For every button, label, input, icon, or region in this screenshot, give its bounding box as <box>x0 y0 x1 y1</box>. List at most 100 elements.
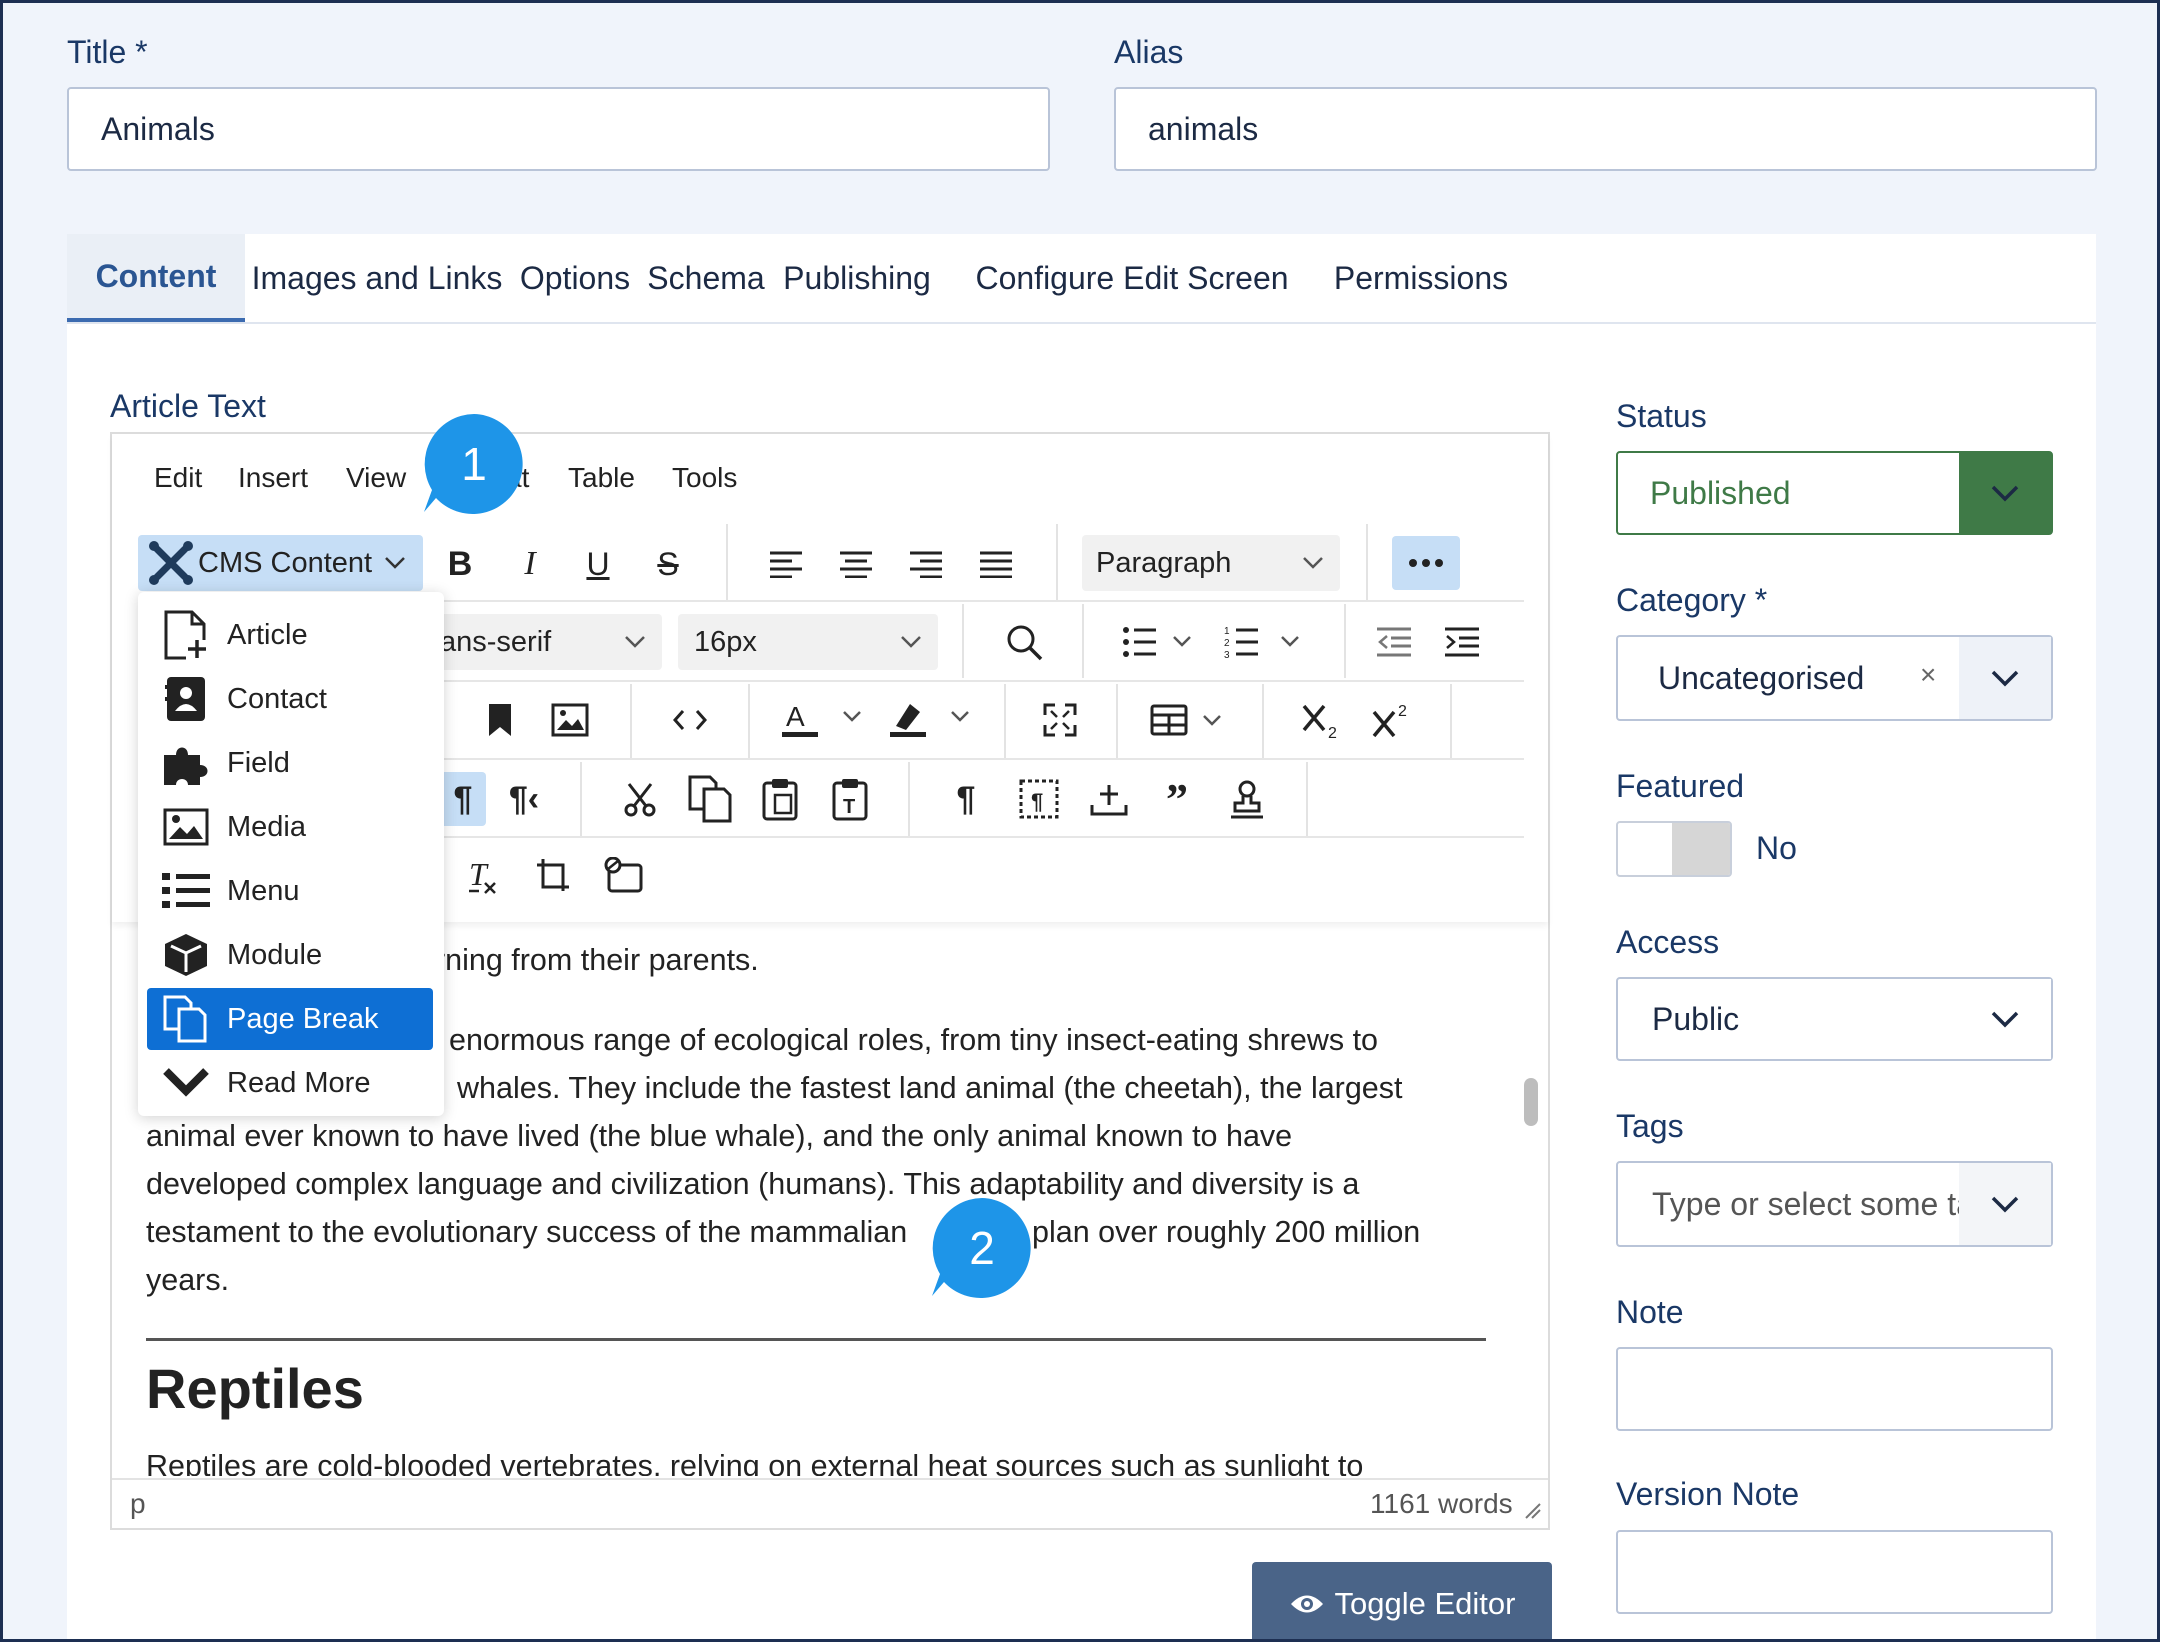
element-path[interactable]: p <box>130 1488 146 1520</box>
image-icon[interactable] <box>548 696 592 744</box>
crop-icon[interactable] <box>530 852 576 902</box>
content-line-3[interactable]: animal ever known to have lived (the blu… <box>146 1112 1292 1160</box>
tab-configure-edit-screen[interactable]: Configure Edit Screen <box>943 234 1321 322</box>
bold-icon[interactable]: B <box>440 540 480 588</box>
dropdown-label-article: Article <box>227 618 308 651</box>
category-select[interactable]: Uncategorised × <box>1616 635 2053 721</box>
puzzle-icon <box>161 738 211 788</box>
copy-icon <box>161 994 211 1044</box>
callout-badge-1: 1 <box>422 412 526 516</box>
file-plus-icon <box>161 610 211 660</box>
outdent-icon[interactable] <box>1374 620 1414 664</box>
strikethrough-icon[interactable]: S <box>648 540 688 588</box>
cms-content-button[interactable]: CMS Content <box>138 535 423 591</box>
indent-icon[interactable] <box>1442 620 1482 664</box>
tab-content[interactable]: Content <box>67 234 245 322</box>
tab-images-and-links[interactable]: Images and Links <box>245 234 509 322</box>
dropdown-item-field[interactable]: Field <box>147 732 433 794</box>
more-options-icon[interactable] <box>1392 536 1460 590</box>
menu-edit[interactable]: Edit <box>154 462 202 494</box>
title-input[interactable]: Animals <box>67 87 1050 171</box>
visual-blocks-icon[interactable]: ¶ <box>1016 774 1062 824</box>
eye-icon <box>1289 1591 1325 1617</box>
tab-publishing[interactable]: Publishing <box>771 234 943 322</box>
rtl-icon[interactable]: ¶‹ <box>500 774 548 824</box>
menu-tools[interactable]: Tools <box>672 462 737 494</box>
bookmark-icon[interactable] <box>480 696 520 744</box>
content-line-5b[interactable]: plan over roughly 200 million <box>1032 1208 1420 1256</box>
blockquote-icon[interactable]: ” <box>1156 774 1198 824</box>
word-count: 1161 words <box>1370 1488 1513 1519</box>
stamp-icon[interactable] <box>1224 774 1270 824</box>
content-line-5a[interactable]: testament to the evolutionary success of… <box>146 1208 907 1256</box>
note-input[interactable] <box>1616 1347 2053 1431</box>
clear-icon[interactable]: × <box>1920 659 1936 691</box>
tab-schema[interactable]: Schema <box>641 234 771 322</box>
align-right-icon[interactable] <box>906 540 946 588</box>
menu-view[interactable]: View <box>346 462 406 494</box>
content-line-1[interactable]: enormous range of ecological roles, from… <box>449 1016 1378 1064</box>
bullet-list-icon[interactable] <box>1122 620 1194 664</box>
chevron-down-icon <box>1959 453 2051 533</box>
copy-icon[interactable] <box>686 772 736 826</box>
ltr-icon[interactable]: ¶ <box>440 772 486 826</box>
chevron-down-icon <box>900 635 922 649</box>
paste-text-icon[interactable]: T <box>828 772 872 826</box>
dropdown-item-read-more[interactable]: Read More <box>147 1052 433 1114</box>
insert-snippet-icon[interactable] <box>600 852 650 902</box>
menu-insert[interactable]: Insert <box>238 462 308 494</box>
content-line-reptiles[interactable]: Reptiles are cold-blooded vertebrates, r… <box>146 1442 1516 1476</box>
editor-scrollbar-thumb[interactable] <box>1524 1078 1538 1126</box>
content-line-2[interactable]: whales. They include the fastest land an… <box>457 1064 1403 1112</box>
search-icon[interactable] <box>1000 618 1048 666</box>
menu-table[interactable]: Table <box>568 462 635 494</box>
block-format-value: Paragraph <box>1096 546 1232 579</box>
dropdown-item-module[interactable]: Module <box>147 924 433 986</box>
fullscreen-icon[interactable] <box>1038 698 1082 742</box>
toolbar-separator <box>1306 762 1308 836</box>
alias-input[interactable]: animals <box>1114 87 2097 171</box>
table-icon[interactable] <box>1150 698 1230 742</box>
superscript-icon[interactable]: 2 <box>1368 696 1416 744</box>
svg-text:T: T <box>469 857 489 892</box>
content-para1-tail[interactable]: rning from their parents. <box>435 936 759 984</box>
dropdown-item-page-break[interactable]: Page Break <box>147 988 433 1050</box>
dropdown-item-menu[interactable]: Menu <box>147 860 433 922</box>
text-color-icon[interactable]: A <box>780 696 870 744</box>
subscript-icon[interactable]: 2 <box>1298 696 1346 744</box>
content-line-6[interactable]: years. <box>146 1256 229 1304</box>
insert-anchor-icon[interactable] <box>1086 774 1132 824</box>
alias-label: Alias <box>1114 34 1184 70</box>
dropdown-label-field: Field <box>227 746 290 779</box>
content-heading[interactable]: Reptiles <box>146 1356 364 1421</box>
tab-options[interactable]: Options <box>509 234 641 322</box>
font-family-select[interactable]: ans-serif <box>440 614 662 670</box>
toggle-editor-button[interactable]: Toggle Editor <box>1252 1562 1552 1642</box>
align-justify-icon[interactable] <box>976 540 1016 588</box>
dropdown-item-article[interactable]: Article <box>147 604 433 666</box>
highlight-color-icon[interactable] <box>888 696 978 744</box>
code-icon[interactable] <box>668 698 712 742</box>
paste-icon[interactable] <box>758 772 802 826</box>
font-size-select[interactable]: 16px <box>678 614 938 670</box>
italic-icon[interactable]: I <box>510 540 550 588</box>
clear-formatting-icon[interactable]: T <box>462 852 508 902</box>
numbered-list-icon[interactable]: 123 <box>1224 620 1304 664</box>
version-note-input[interactable] <box>1616 1530 2053 1614</box>
status-select[interactable]: Published <box>1616 451 2053 535</box>
visual-chars-icon[interactable]: ¶ <box>946 774 986 824</box>
featured-toggle[interactable] <box>1616 821 1732 877</box>
block-format-select[interactable]: Paragraph <box>1082 535 1340 591</box>
content-line-4[interactable]: developed complex language and civilizat… <box>146 1160 1359 1208</box>
underline-icon[interactable]: U <box>578 540 618 588</box>
tab-permissions[interactable]: Permissions <box>1321 234 1521 322</box>
dropdown-item-contact[interactable]: Contact <box>147 668 433 730</box>
align-left-icon[interactable] <box>766 540 806 588</box>
resize-handle-icon[interactable] <box>1522 1500 1542 1520</box>
dropdown-item-media[interactable]: Media <box>147 796 433 858</box>
cut-icon[interactable] <box>618 776 662 824</box>
tags-select[interactable]: Type or select some tags <box>1616 1161 2053 1247</box>
align-center-icon[interactable] <box>836 540 876 588</box>
access-select[interactable]: Public <box>1616 977 2053 1061</box>
dropdown-label-read-more: Read More <box>227 1066 371 1099</box>
